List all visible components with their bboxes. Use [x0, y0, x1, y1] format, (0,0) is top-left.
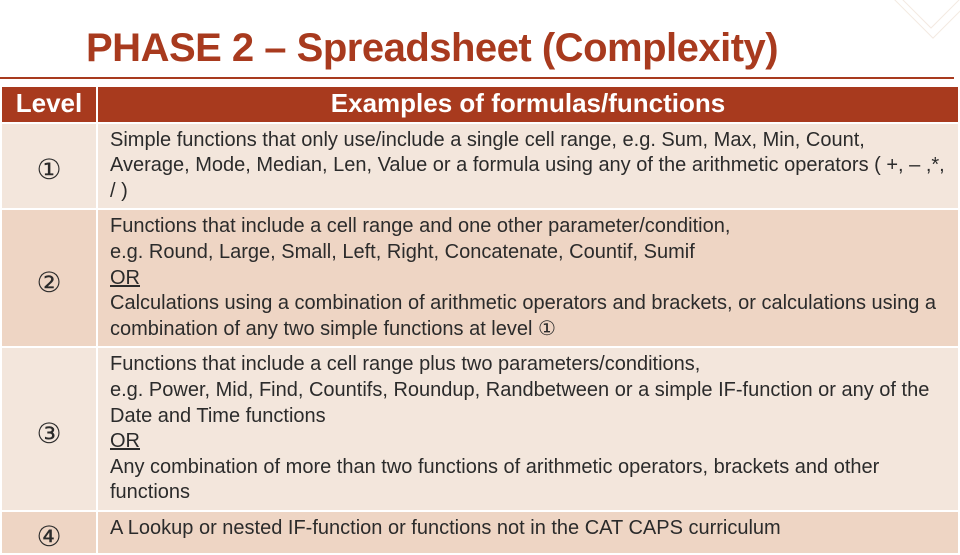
- level-description: Functions that include a cell range plus…: [97, 347, 959, 511]
- table-header-row: Level Examples of formulas/functions: [1, 86, 959, 123]
- desc-or: OR: [110, 430, 140, 452]
- level-marker: ②: [1, 209, 97, 347]
- level-description: Functions that include a cell range and …: [97, 209, 959, 347]
- header-examples: Examples of formulas/functions: [97, 86, 959, 123]
- level-description: A Lookup or nested IF-function or functi…: [97, 511, 959, 554]
- desc-or: OR: [110, 267, 140, 289]
- desc-pre: Functions that include a cell range plus…: [110, 353, 929, 426]
- table-row: ① Simple functions that only use/include…: [1, 123, 959, 210]
- header-level: Level: [1, 86, 97, 123]
- level-marker: ①: [1, 123, 97, 210]
- desc-post: Any combination of more than two functio…: [110, 456, 879, 504]
- complexity-table: Level Examples of formulas/functions ① S…: [0, 85, 960, 555]
- level-marker: ③: [1, 347, 97, 511]
- page-title: PHASE 2 – Spreadsheet (Complexity): [0, 0, 954, 79]
- desc-post: Calculations using a combination of arit…: [110, 292, 936, 340]
- table-row: ③ Functions that include a cell range pl…: [1, 347, 959, 511]
- level-marker: ④: [1, 511, 97, 554]
- desc-pre: Functions that include a cell range and …: [110, 215, 730, 263]
- corner-ornament: [900, 0, 960, 40]
- level-description: Simple functions that only use/include a…: [97, 123, 959, 210]
- table-row: ④ A Lookup or nested IF-function or func…: [1, 511, 959, 554]
- table-row: ② Functions that include a cell range an…: [1, 209, 959, 347]
